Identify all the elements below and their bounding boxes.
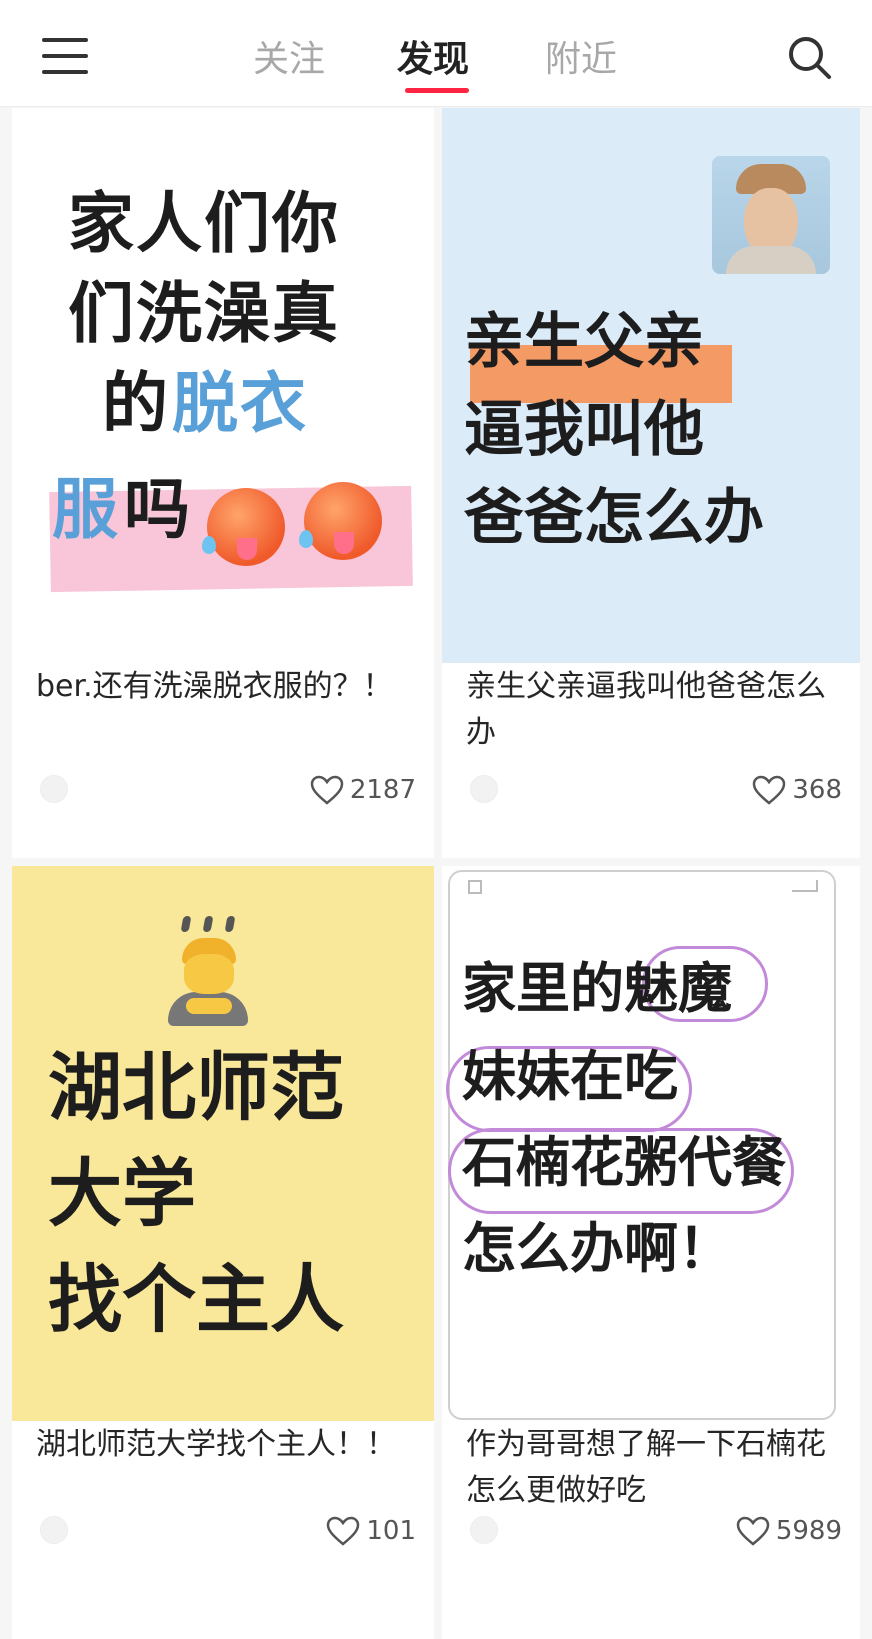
cover-text-line: 吗 <box>124 471 192 548</box>
cover-text-line: 大学 <box>48 1151 196 1237</box>
cover-image: 湖北师范 大学 找个主人 <box>12 866 434 1421</box>
cover-text-line: 亲生父亲 <box>464 307 704 377</box>
like-count: 5989 <box>775 1516 842 1546</box>
like-count: 368 <box>792 775 842 805</box>
cover-image: 亲生父亲 逼我叫他 爸爸怎么办 <box>442 108 860 663</box>
cover-image: 家人们你 们洗澡真 的 脱衣 服 吗 <box>12 108 434 663</box>
person-bowing-emoji-icon <box>160 916 256 1026</box>
author-avatar[interactable] <box>40 1516 68 1544</box>
author-avatar[interactable] <box>470 775 498 803</box>
statue-image <box>712 156 830 274</box>
like-button[interactable]: 2187 <box>310 775 416 805</box>
card-title[interactable]: 作为哥哥想了解一下石楠花怎么更做好吃 <box>466 1422 836 1514</box>
author-avatar[interactable] <box>40 775 68 803</box>
cover-text-line: 湖北师范 <box>48 1045 344 1131</box>
hot-face-emoji-icon <box>304 482 382 560</box>
sweat-drop-icon <box>202 536 216 554</box>
cover-image: 家里的魅魔 妹妹在吃 石楠花粥代餐 怎么办啊！ <box>442 866 860 1421</box>
top-nav: 关注 发现 附近 <box>0 0 872 107</box>
like-button[interactable]: 101 <box>326 1516 416 1546</box>
card-title[interactable]: ber.还有洗澡脱衣服的？！ <box>36 664 406 710</box>
cover-text-line: 们洗澡真 <box>68 275 340 352</box>
cover-text-line: 爸爸怎么办 <box>464 483 764 553</box>
card-title[interactable]: 湖北师范大学找个主人！！ <box>36 1422 406 1468</box>
feed-card[interactable]: 家里的魅魔 妹妹在吃 石楠花粥代餐 怎么办啊！ 作为哥哥想了解一下石楠花怎么更做… <box>442 866 860 1639</box>
active-tab-indicator <box>405 88 469 93</box>
tab-follow[interactable]: 关注 <box>253 30 325 82</box>
like-count: 101 <box>366 1516 416 1546</box>
like-button[interactable]: 5989 <box>736 1516 842 1546</box>
heart-icon <box>753 775 786 805</box>
cover-text-line: 家人们你 <box>68 185 340 262</box>
cover-text-line: 找个主人 <box>48 1257 344 1343</box>
search-icon[interactable] <box>786 34 832 80</box>
heart-icon <box>327 1516 360 1546</box>
cover-text-line: 家里的魅魔 <box>462 957 732 1020</box>
hamburger-menu-icon[interactable] <box>42 38 88 74</box>
cover-text-line: 服 <box>52 471 120 548</box>
hot-face-emoji-icon <box>207 488 285 566</box>
cover-text-line: 妹妹在吃 <box>462 1045 678 1108</box>
feed-card[interactable]: 湖北师范 大学 找个主人 湖北师范大学找个主人！！ 101 <box>12 866 434 1639</box>
card-title[interactable]: 亲生父亲逼我叫他爸爸怎么办 <box>466 664 836 756</box>
cover-text-line: 的 <box>102 365 170 442</box>
heart-icon <box>736 1516 770 1546</box>
tab-discover[interactable]: 发现 <box>397 30 469 82</box>
like-count: 2187 <box>349 775 416 805</box>
feed-card[interactable]: 亲生父亲 逼我叫他 爸爸怎么办 亲生父亲逼我叫他爸爸怎么办 368 <box>442 108 860 858</box>
like-button[interactable]: 368 <box>752 775 842 805</box>
cover-text-line: 石楠花粥代餐 <box>462 1131 786 1194</box>
cover-text-line: 逼我叫他 <box>464 395 704 465</box>
cover-text-line: 怎么办啊！ <box>462 1217 732 1280</box>
author-avatar[interactable] <box>470 1516 498 1544</box>
feed-card[interactable]: 家人们你 们洗澡真 的 脱衣 服 吗 ber.还有洗澡脱衣服的？！ 2187 <box>12 108 434 858</box>
sweat-drop-icon <box>299 530 313 548</box>
tab-nearby[interactable]: 附近 <box>545 30 617 82</box>
cover-text-line: 脱衣 <box>172 365 308 442</box>
heart-icon <box>310 775 344 805</box>
